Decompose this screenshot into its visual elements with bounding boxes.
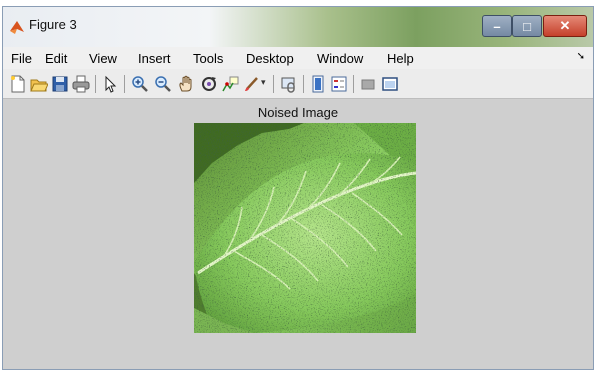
hide-plot-tools-icon[interactable] — [359, 75, 377, 93]
show-plot-tools-icon[interactable] — [381, 75, 399, 93]
axes-title: Noised Image — [257, 105, 339, 120]
menu-overflow-icon[interactable]: ➘ — [577, 51, 585, 62]
link-plot-icon[interactable] — [280, 75, 298, 93]
minimize-icon: – — [493, 18, 501, 34]
menu-help[interactable]: Help — [387, 51, 414, 66]
save-icon[interactable] — [51, 75, 69, 93]
toolbar-separator — [95, 75, 96, 93]
toolbar-separator — [353, 75, 354, 93]
new-figure-icon[interactable] — [9, 75, 27, 93]
menu-file[interactable]: File — [11, 51, 32, 66]
rotate-3d-icon[interactable] — [200, 75, 218, 93]
minimize-button[interactable]: – — [482, 15, 512, 37]
maximize-button[interactable]: □ — [512, 15, 542, 37]
zoom-out-icon[interactable] — [154, 75, 172, 93]
figure-window: Figure 3 – □ ✕ File Edit View Insert Too… — [2, 6, 594, 370]
toolbar-separator — [303, 75, 304, 93]
edit-plot-arrow-icon[interactable] — [101, 75, 119, 93]
insert-legend-icon[interactable] — [330, 75, 348, 93]
menu-edit[interactable]: Edit — [45, 51, 67, 66]
menu-desktop[interactable]: Desktop — [246, 51, 294, 66]
figure-toolbar: ▾ — [3, 69, 593, 99]
zoom-in-icon[interactable] — [131, 75, 149, 93]
window-title: Figure 3 — [29, 17, 77, 32]
toolbar-separator — [124, 75, 125, 93]
matlab-logo-icon — [10, 21, 24, 34]
pan-hand-icon[interactable] — [177, 75, 195, 93]
close-button[interactable]: ✕ — [543, 15, 587, 37]
close-icon: ✕ — [559, 18, 571, 33]
noised-leaf-image[interactable] — [194, 123, 416, 333]
title-bar[interactable]: Figure 3 – □ ✕ — [3, 7, 593, 47]
print-icon[interactable] — [72, 75, 90, 93]
brush-dropdown-icon[interactable]: ▾ — [261, 77, 266, 88]
open-file-icon[interactable] — [30, 75, 48, 93]
data-cursor-icon[interactable] — [221, 75, 239, 93]
insert-colorbar-icon[interactable] — [309, 75, 327, 93]
toolbar-separator — [273, 75, 274, 93]
maximize-icon: □ — [523, 18, 531, 34]
menu-tools[interactable]: Tools — [193, 51, 223, 66]
brush-icon[interactable] — [243, 75, 261, 93]
menu-insert[interactable]: Insert — [138, 51, 171, 66]
menu-view[interactable]: View — [89, 51, 117, 66]
menu-bar: File Edit View Insert Tools Desktop Wind… — [3, 47, 593, 69]
menu-window[interactable]: Window — [317, 51, 363, 66]
